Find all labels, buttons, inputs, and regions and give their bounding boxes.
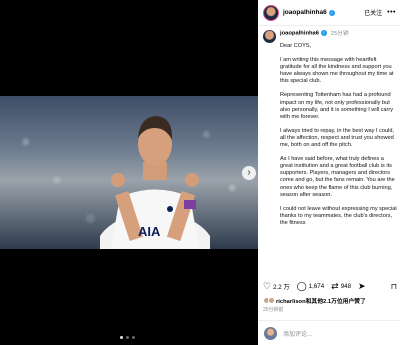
post-media: AIA › (0, 0, 258, 345)
action-bar: ♡ 2.2 万 ◯ 1,674 ⇄ 948 ➤ ⊓ (263, 281, 397, 292)
liked-by-text: richarlison和其他2.1万位用户赞了 (276, 299, 366, 305)
caption-username[interactable]: joaopalhinha6 (280, 31, 319, 37)
likes-count: 2.2 万 (273, 284, 290, 291)
bookmark-icon[interactable]: ⊓ (391, 282, 397, 291)
player-image: AIA (100, 116, 210, 249)
liker-avatar (268, 297, 275, 304)
post-caption: joaopalhinha6 ✓ 25分钟 Dear COYS, I am writ… (263, 30, 397, 275)
share-button[interactable]: ➤ (358, 282, 368, 291)
verified-icon: ✓ (328, 9, 335, 16)
carousel-dot (132, 336, 135, 339)
avatar (264, 326, 277, 340)
caption-paragraph: Representing Tottenham has had a profoun… (280, 92, 394, 120)
carousel-dot (120, 336, 123, 339)
comment-box[interactable]: 添加评论... (258, 320, 400, 345)
liked-by[interactable]: richarlison和其他2.1万位用户赞了 (263, 296, 366, 305)
shares-count: 948 (340, 283, 352, 290)
caption-paragraph: I always tried to repay, in the best way… (280, 127, 395, 149)
caption-avatar[interactable] (263, 30, 276, 43)
repost-icon: ⇄ (331, 281, 339, 291)
follow-button[interactable]: 已关注 (364, 8, 382, 17)
caption-paragraph: I am writing this message with heartfelt… (280, 57, 394, 85)
svg-text:AIA: AIA (138, 224, 161, 239)
more-icon[interactable]: ••• (387, 9, 396, 16)
caption-paragraph: Dear COYS, (280, 43, 312, 49)
comment-button[interactable]: ◯ 1,674 (297, 282, 325, 291)
repost-button[interactable]: ⇄ 948 (331, 282, 351, 291)
caption-time: 25分钟 (330, 30, 349, 37)
caption-text: Dear COYS, I am writing this message wit… (263, 43, 397, 227)
post-header: joaopalhinha6 ✓ 已关注 ••• (258, 0, 400, 26)
comments-count: 1,674 (308, 283, 325, 290)
username[interactable]: joaopalhinha6 (283, 9, 327, 16)
comment-input[interactable]: 添加评论... (283, 329, 312, 338)
verified-icon: ✓ (320, 30, 327, 36)
avatar[interactable] (263, 4, 279, 21)
post-panel: joaopalhinha6 ✓ 已关注 ••• joaopalhinha6 ✓ 2… (258, 0, 400, 345)
share-icon: ➤ (358, 281, 366, 291)
chevron-right-icon[interactable]: › (242, 166, 256, 180)
comment-icon: ◯ (296, 281, 307, 291)
post-time: 25分钟前 (263, 307, 284, 313)
post-photo: AIA (0, 96, 258, 249)
liker-avatars (263, 297, 275, 304)
like-button[interactable]: ♡ 2.2 万 (263, 281, 290, 292)
carousel-dot (126, 336, 129, 339)
carousel-dots (120, 336, 135, 339)
caption-paragraph: As I have said before, what truly define… (280, 156, 395, 198)
caption-paragraph: I could not leave without expressing my … (280, 205, 397, 226)
heart-icon: ♡ (263, 281, 272, 291)
